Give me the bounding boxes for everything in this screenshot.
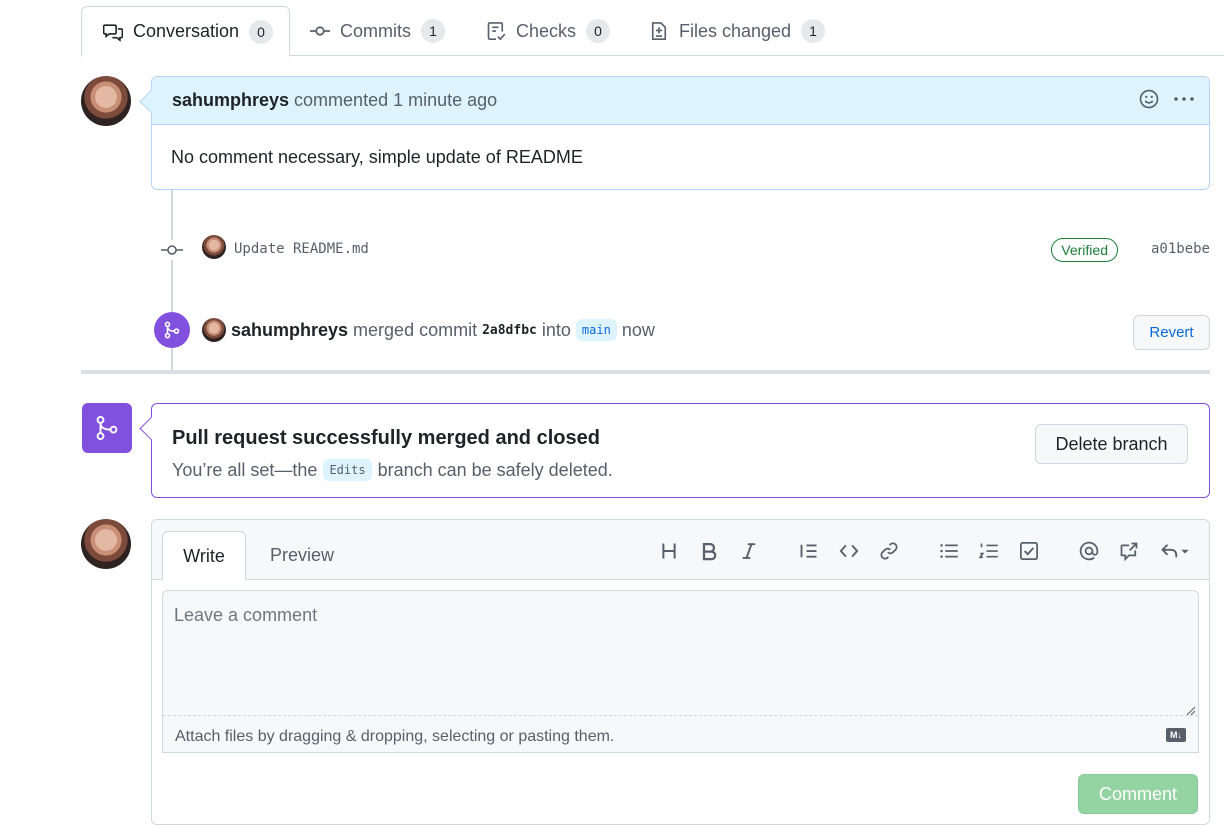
- comment-card: sahumphreys commented 1 minute ago No co…: [151, 76, 1210, 190]
- timeline-divider: [81, 370, 1210, 374]
- tab-checks[interactable]: Checks 0: [485, 6, 611, 56]
- merge-commit-sha[interactable]: 2a8dfbc: [482, 323, 537, 338]
- cross-reference-icon[interactable]: [1115, 537, 1143, 565]
- avatar[interactable]: [81, 519, 131, 569]
- merged-status-box: Pull request successfully merged and clo…: [151, 403, 1210, 498]
- saved-replies-icon[interactable]: [1155, 537, 1195, 565]
- merged-subtitle-text: branch can be safely deleted.: [377, 459, 613, 480]
- bold-icon[interactable]: [695, 537, 723, 565]
- composer-header: Write Preview: [152, 520, 1209, 581]
- comment-header: sahumphreys commented 1 minute ago: [152, 77, 1209, 125]
- tab-conversation[interactable]: Conversation 0: [81, 6, 290, 57]
- merge-into: into: [541, 319, 571, 340]
- quote-icon[interactable]: [795, 537, 823, 565]
- comment-author[interactable]: sahumphreys: [172, 90, 289, 111]
- tab-write[interactable]: Write: [162, 531, 246, 581]
- merge-time[interactable]: now: [622, 320, 655, 341]
- code-icon[interactable]: [835, 537, 863, 565]
- tab-files-changed[interactable]: Files changed 1: [648, 6, 826, 56]
- merged-status-title: Pull request successfully merged and clo…: [172, 427, 600, 449]
- tab-label: Files changed: [679, 20, 792, 41]
- link-icon[interactable]: [875, 537, 903, 565]
- tab-counter: 0: [586, 19, 611, 43]
- git-merge-icon: [82, 403, 132, 453]
- comment-textarea-wrapper: Attach files by dragging & dropping, sel…: [162, 590, 1199, 753]
- git-commit-icon: [309, 20, 331, 42]
- attach-files-bar[interactable]: Attach files by dragging & dropping, sel…: [163, 715, 1198, 753]
- merge-event-text: sahumphreys merged commit 2a8dfbc into m…: [231, 319, 655, 341]
- task-list-icon[interactable]: [1015, 537, 1043, 565]
- tab-preview[interactable]: Preview: [256, 531, 348, 580]
- mention-icon[interactable]: [1075, 537, 1103, 565]
- commit-sha-link[interactable]: a01bebe: [1151, 241, 1210, 257]
- tab-label: Checks: [516, 20, 577, 41]
- unordered-list-icon[interactable]: [935, 537, 963, 565]
- comment-body: No comment necessary, simple update of R…: [171, 147, 583, 167]
- comment-meta[interactable]: commented 1 minute ago: [294, 90, 497, 111]
- checklist-icon: [485, 20, 507, 42]
- merge-event-row: sahumphreys merged commit 2a8dfbc into m…: [154, 312, 1210, 352]
- markdown-toolbar: [655, 537, 1195, 565]
- comment-submit-button[interactable]: Comment: [1078, 774, 1198, 814]
- git-commit-icon: [160, 240, 184, 260]
- comment-textarea[interactable]: [163, 591, 1198, 715]
- kebab-horizontal-icon[interactable]: [1173, 89, 1195, 114]
- italic-icon[interactable]: [735, 537, 763, 565]
- commit-message-link[interactable]: Update README.md: [234, 241, 369, 257]
- resize-handle-icon[interactable]: [1186, 701, 1196, 716]
- avatar[interactable]: [202, 318, 226, 342]
- revert-button[interactable]: Revert: [1133, 315, 1210, 350]
- commit-row: Update README.md Verified a01bebe: [160, 232, 1210, 268]
- ordered-list-icon[interactable]: [975, 537, 1003, 565]
- pr-tabbar: Conversation 0 Commits 1 Checks 0 Files …: [81, 0, 1224, 57]
- head-branch-label[interactable]: Edits: [323, 459, 372, 481]
- smiley-icon[interactable]: [1139, 89, 1159, 114]
- avatar[interactable]: [202, 235, 226, 259]
- heading-icon[interactable]: [655, 537, 683, 565]
- tab-commits[interactable]: Commits 1: [309, 6, 445, 56]
- verified-badge[interactable]: Verified: [1051, 238, 1118, 262]
- tab-counter: 1: [801, 19, 826, 43]
- merged-status-subtitle: You’re all set—the Edits branch can be s…: [172, 459, 613, 481]
- attach-files-text: Attach files by dragging & dropping, sel…: [175, 728, 615, 745]
- merged-subtitle-text: You’re all set—the: [172, 459, 318, 480]
- comment-composer: Write Preview Attach files by dragging &…: [151, 519, 1210, 825]
- tab-label: Commits: [340, 20, 411, 41]
- delete-branch-button[interactable]: Delete branch: [1035, 424, 1188, 464]
- file-diff-icon: [648, 20, 670, 42]
- tab-label: Conversation: [133, 21, 240, 41]
- git-merge-icon: [154, 312, 190, 348]
- merge-action: merged commit: [353, 319, 478, 340]
- tab-counter: 1: [421, 19, 445, 43]
- tab-counter: 0: [249, 19, 274, 44]
- markdown-icon[interactable]: M↓: [1166, 728, 1186, 742]
- avatar[interactable]: [81, 76, 131, 126]
- base-branch-label[interactable]: main: [575, 319, 617, 341]
- merge-author[interactable]: sahumphreys: [231, 320, 348, 341]
- comment-discussion-icon: [102, 21, 124, 43]
